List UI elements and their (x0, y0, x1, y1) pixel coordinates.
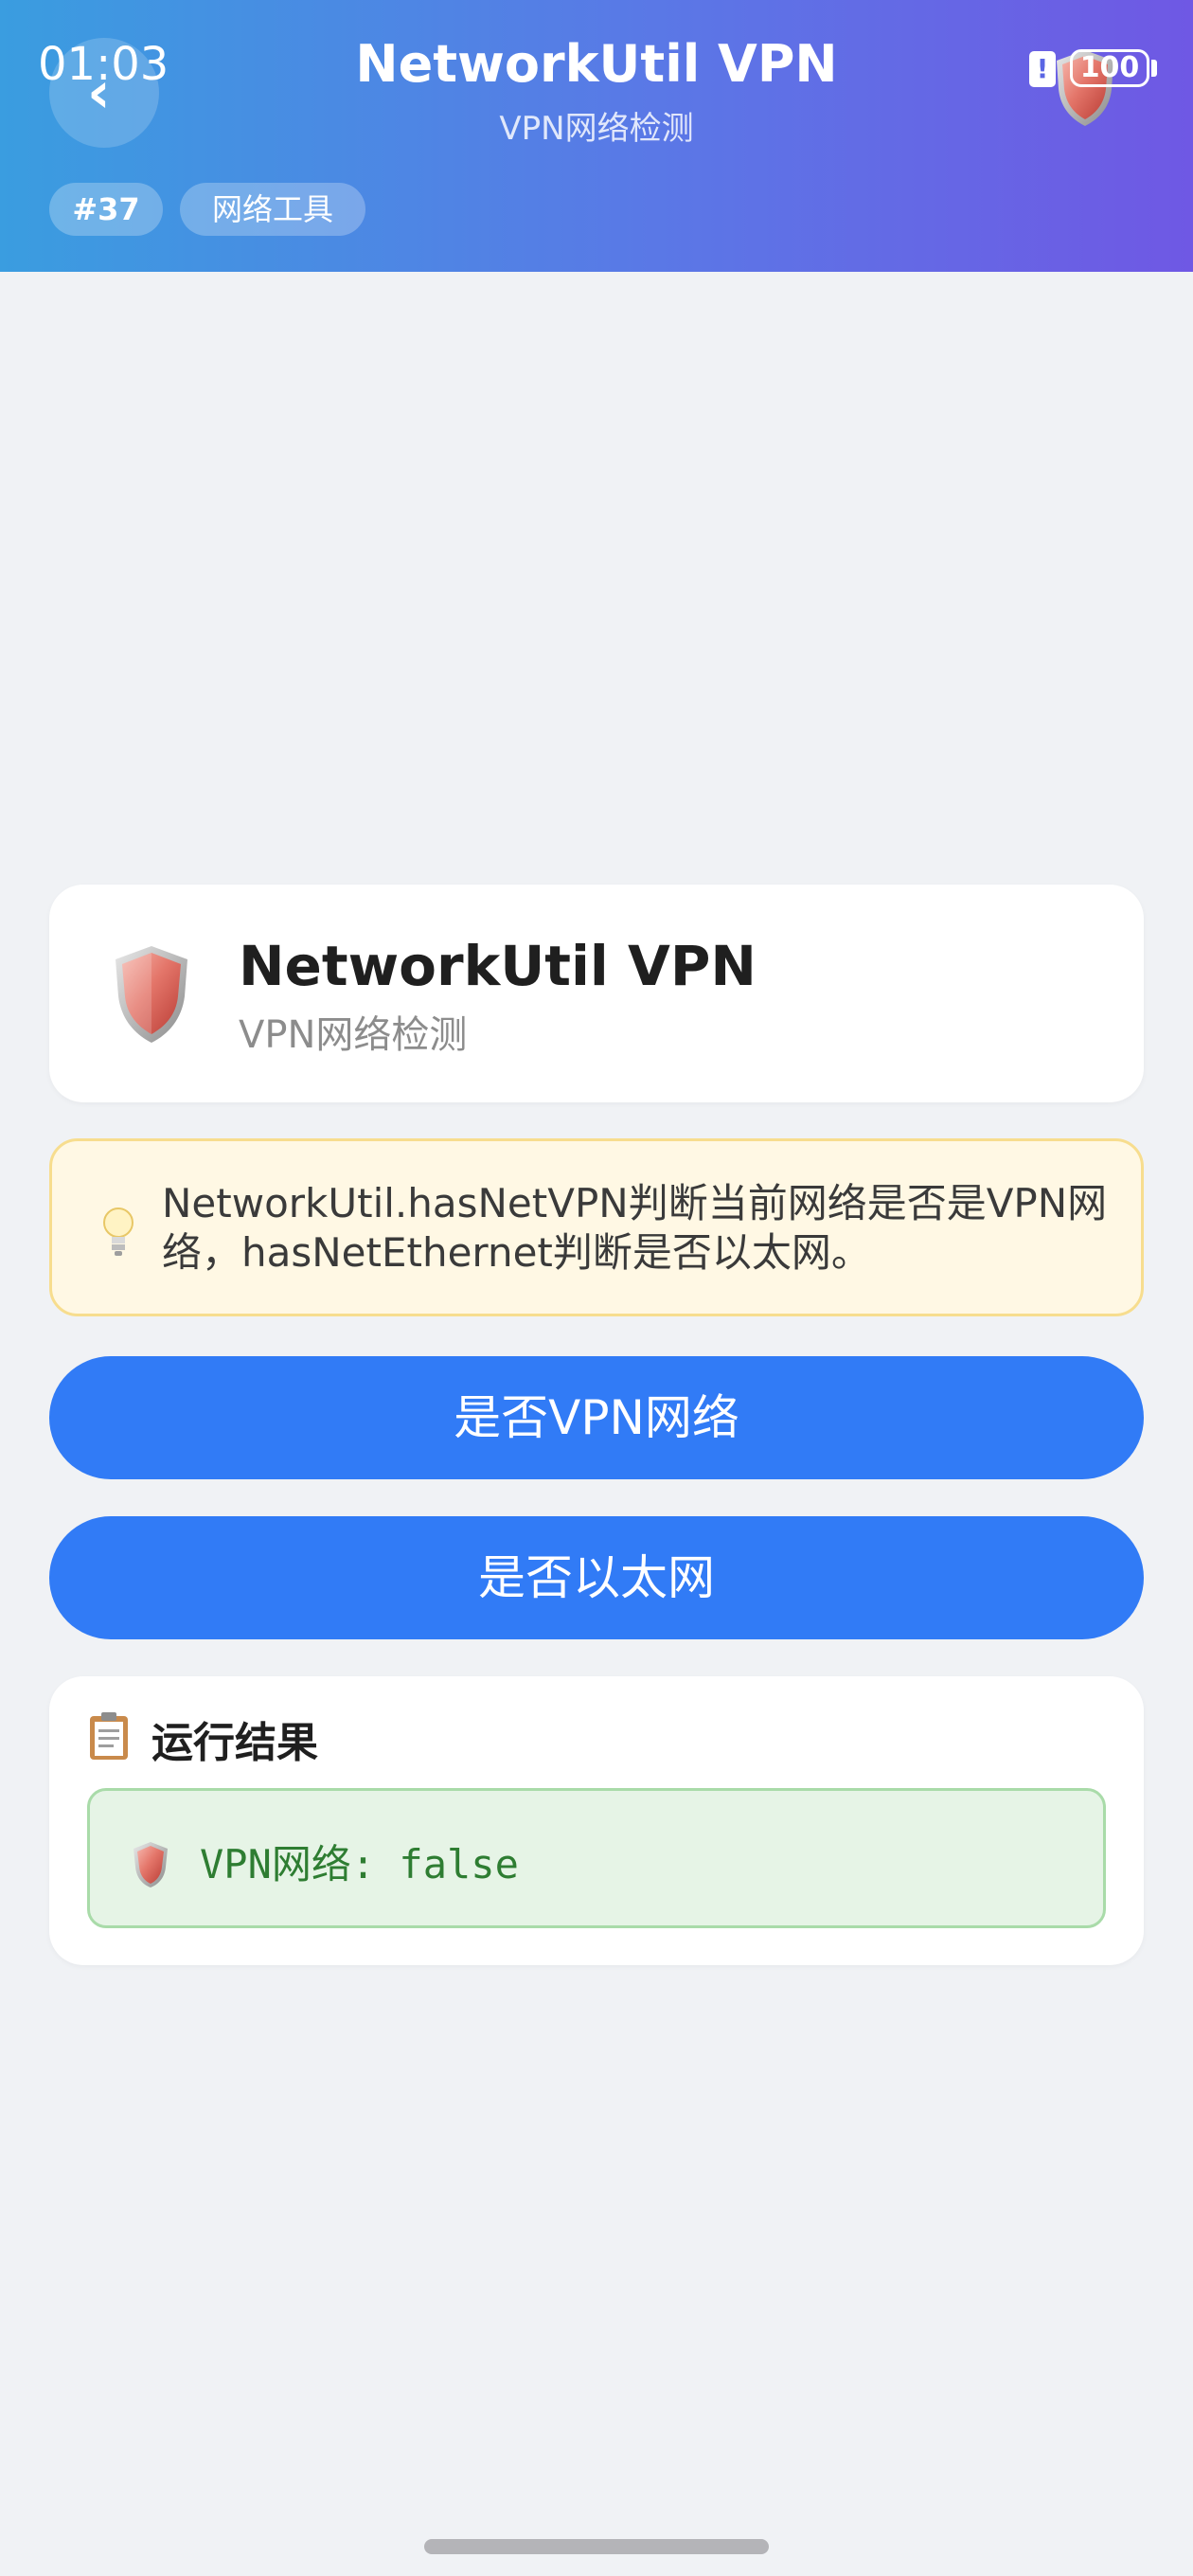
result-text: VPN网络: false (200, 1841, 519, 1887)
tip-card: NetworkUtil.hasNetVPN判断当前网络是否是VPN网络，hasN… (49, 1138, 1144, 1316)
shield-icon (116, 946, 187, 1043)
app-header: ‹ 01:03 NetworkUtil VPN VPN网络检测 ! 100 #3… (0, 0, 1193, 272)
clipboard-icon (90, 1712, 128, 1760)
check-vpn-button[interactable]: 是否VPN网络 (49, 1356, 1144, 1479)
result-output: VPN网络: false (87, 1788, 1106, 1928)
home-indicator[interactable] (424, 2539, 769, 2554)
info-title: NetworkUtil VPN (239, 934, 757, 998)
lightbulb-icon (103, 1208, 134, 1256)
battery-tip (1151, 60, 1157, 77)
shield-icon (134, 1842, 168, 1887)
battery-alert-icon: ! (1029, 51, 1056, 87)
page-subtitle: VPN网络检测 (499, 110, 694, 148)
result-card: 运行结果 VPN网络: false (49, 1676, 1144, 1965)
result-title: 运行结果 (151, 1719, 318, 1767)
battery-icon: 100 (1070, 49, 1149, 87)
tip-text: NetworkUtil.hasNetVPN判断当前网络是否是VPN网络，hasN… (162, 1180, 1108, 1276)
tag-id: #37 (49, 183, 163, 236)
check-ethernet-button[interactable]: 是否以太网 (49, 1516, 1144, 1639)
page-title: NetworkUtil VPN (355, 34, 838, 94)
info-subtitle: VPN网络检测 (239, 1013, 468, 1057)
tag-category: 网络工具 (180, 183, 365, 236)
info-card: NetworkUtil VPN VPN网络检测 (49, 885, 1144, 1102)
